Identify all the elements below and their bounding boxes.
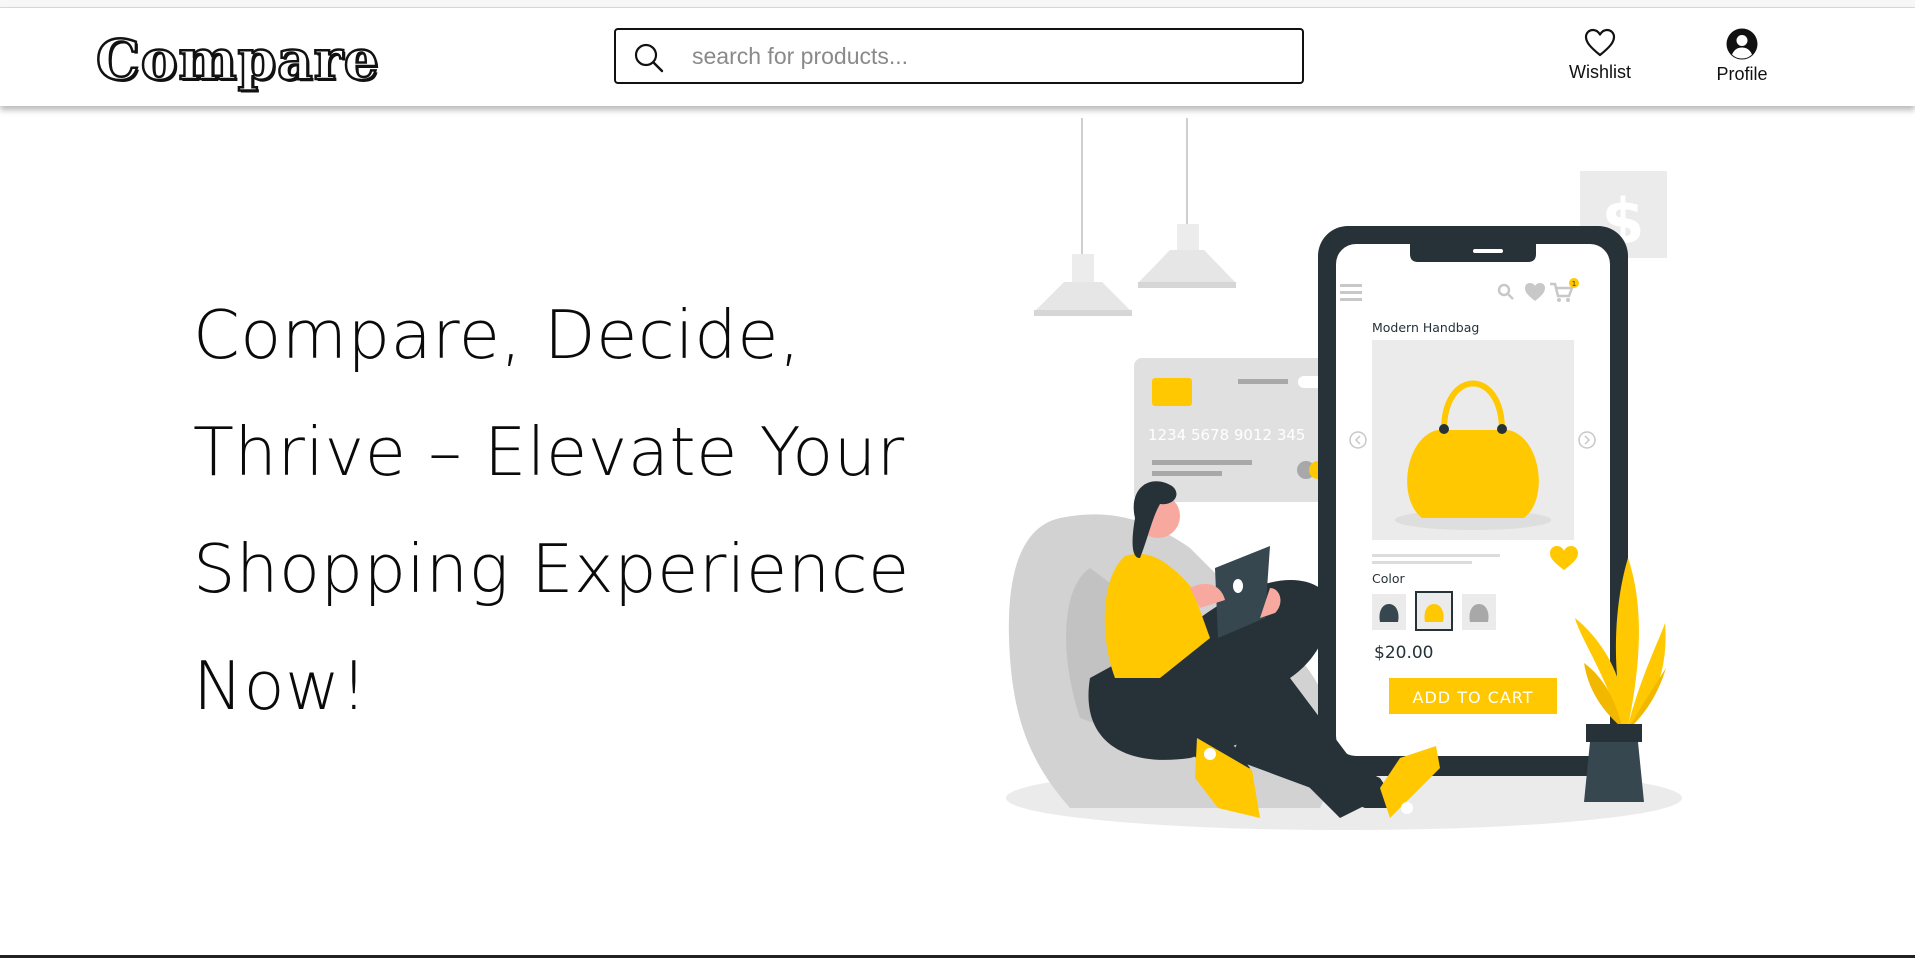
hero-title-line: Compare, Decide, [193, 296, 801, 374]
svg-text:1234 5678 9012 345: 1234 5678 9012 345 [1148, 426, 1305, 444]
product-name: Modern Handbag [1372, 320, 1479, 335]
wishlist-button[interactable]: Wishlist [1545, 28, 1655, 83]
menu-icon [1340, 284, 1362, 301]
add-to-cart-label: ADD TO CART [1413, 688, 1534, 707]
user-avatar-icon [1726, 28, 1758, 60]
heart-icon [1584, 28, 1616, 57]
product-price: $20.00 [1374, 643, 1433, 663]
browser-top-strip [0, 0, 1915, 8]
wishlist-label: Wishlist [1569, 62, 1631, 82]
profile-label: Profile [1716, 64, 1768, 84]
hero-title: Compare, Decide, Thrive – Elevate Your S… [193, 277, 953, 745]
hero-title-line: Now! [193, 647, 368, 725]
search-icon[interactable] [633, 42, 665, 74]
color-swatches [1372, 591, 1496, 631]
hero-title-line: Thrive – Elevate Your [193, 413, 905, 491]
hanging-lamp-icon [1138, 118, 1236, 288]
site-header: Compare Wishlist Profile [0, 8, 1915, 106]
search-input[interactable] [692, 39, 1252, 73]
profile-button[interactable]: Profile [1687, 28, 1797, 85]
color-label: Color [1372, 571, 1405, 586]
shopping-illustration: $ 1234 5678 9012 345 1 Modern Handbag Co… [1006, 118, 1682, 830]
site-logo[interactable]: Compare [95, 31, 380, 89]
search-bar[interactable] [614, 28, 1304, 84]
hanging-lamp-icon [1034, 118, 1132, 316]
phone-mockup: 1 Modern Handbag Color $20.00 ADD TO CAR… [1318, 226, 1628, 776]
hero-title-line: Shopping Experience [193, 530, 910, 608]
svg-text:1: 1 [1572, 280, 1576, 288]
